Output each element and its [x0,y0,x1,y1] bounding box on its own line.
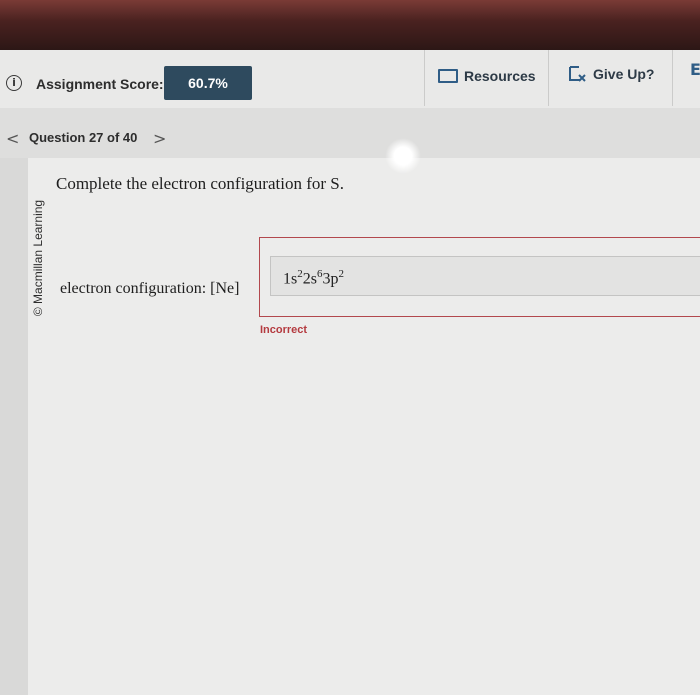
question-text: Complete the electron configuration for … [56,174,344,193]
give-up-button[interactable]: Give Up? [567,62,654,86]
copyright-vertical: © Macmillan Learning [28,188,48,328]
toolbar-divider [548,50,549,106]
resources-button[interactable]: Resources [438,64,536,88]
assignment-score-label: Assignment Score: [36,76,164,92]
previous-question-icon[interactable]: < [6,129,19,148]
toolbar-divider [672,50,673,106]
give-up-label: Give Up? [593,66,655,82]
copyright-text: © Macmillan Learning [31,199,45,317]
toolbar-divider [424,50,425,106]
assignment-score-badge: 60.7% [164,66,252,100]
screen-glare [385,138,421,174]
resources-label: Resources [464,68,536,84]
next-tool-icon[interactable]: E [690,60,700,80]
next-question-icon[interactable]: > [153,129,166,148]
question-counter: Question 27 of 40 [29,130,138,145]
answer-prompt: electron configuration: [Ne] [60,280,240,297]
feedback-incorrect: Incorrect [260,324,308,336]
screen-bezel [0,0,700,52]
folder-icon [438,69,458,83]
info-icon[interactable]: i [6,75,22,91]
answer-value: 1s22s63p2 [283,268,344,288]
give-up-icon [569,66,586,82]
